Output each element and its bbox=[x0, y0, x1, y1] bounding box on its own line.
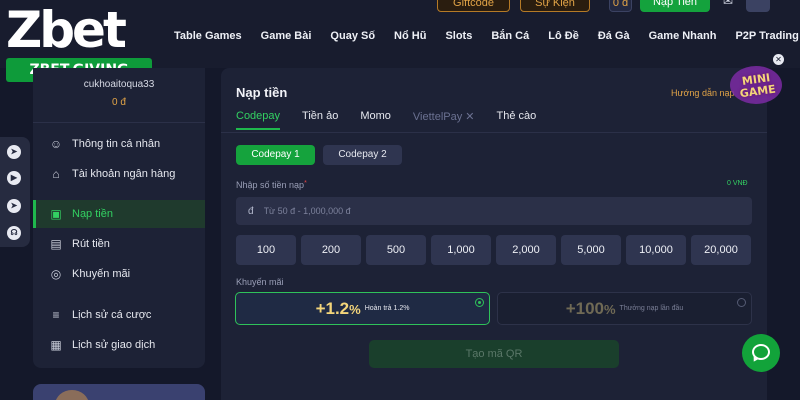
sidebar-item-label: Tài khoản ngân hàng bbox=[72, 168, 176, 180]
nav-item[interactable]: Lô Đề bbox=[548, 30, 598, 42]
payment-method-tabs: Codepay Tiền ảo Momo ViettelPay ✕ Thẻ cà… bbox=[236, 110, 558, 130]
sidebar-item-bet-history[interactable]: ≡ Lịch sử cá cược bbox=[33, 301, 205, 329]
promotion-option-cashback[interactable]: +1.2% Hoàn trả 1.2% bbox=[235, 292, 490, 325]
deposit-guide-link[interactable]: Hướng dẫn nạp bbox=[671, 88, 734, 98]
notification-icon[interactable]: ✉ bbox=[718, 0, 738, 12]
quick-amount-button[interactable]: 1,000 bbox=[431, 235, 491, 265]
sidebar-item-transaction-history[interactable]: ▦ Lịch sử giao dịch bbox=[33, 331, 205, 359]
promotion-radio[interactable] bbox=[737, 298, 746, 307]
create-qr-button[interactable]: Tạo mã QR bbox=[369, 340, 619, 368]
promotion-unit: % bbox=[603, 301, 616, 317]
sidebar-item-bank-account[interactable]: ⌂ Tài khoản ngân hàng bbox=[33, 160, 205, 188]
page-title: Nạp tiền bbox=[236, 85, 288, 100]
quick-amount-button[interactable]: 200 bbox=[301, 235, 361, 265]
tab-label: ViettelPay bbox=[412, 111, 463, 123]
telegram-channel-icon[interactable]: ➤ bbox=[7, 199, 21, 213]
logo-wordmark: Zbet bbox=[6, 1, 127, 59]
user-avatar[interactable] bbox=[746, 0, 770, 12]
promotion-value: +100% bbox=[566, 299, 616, 319]
telegram-icon[interactable]: ➤ bbox=[7, 145, 21, 159]
bet-history-icon: ≡ bbox=[52, 308, 60, 322]
promotion-description: Hoàn trả 1.2% bbox=[364, 305, 410, 312]
giftcode-button[interactable]: Giftcode bbox=[437, 0, 510, 12]
sidebar-item-promotion[interactable]: ◎ Khuyến mãi bbox=[33, 260, 205, 288]
header-deposit-button[interactable]: Nạp Tiền bbox=[640, 0, 710, 12]
bank-icon: ⌂ bbox=[52, 167, 60, 181]
required-mark: * bbox=[304, 180, 307, 187]
promo-avatar-image bbox=[55, 390, 89, 400]
currency-symbol: đ bbox=[248, 205, 254, 217]
amount-vnd-readout: 0 VNĐ bbox=[727, 180, 748, 187]
sidebar-item-label: Lịch sử giao dịch bbox=[72, 339, 156, 351]
sidebar-promo-card[interactable] bbox=[33, 384, 205, 400]
nav-item[interactable]: Nổ Hũ bbox=[394, 30, 445, 42]
tab-viettelpay[interactable]: ViettelPay ✕ bbox=[413, 110, 475, 130]
nav-item[interactable]: Đá Gà bbox=[598, 30, 649, 42]
codepay-2-button[interactable]: Codepay 2 bbox=[323, 145, 402, 165]
amount-input[interactable] bbox=[263, 206, 724, 216]
live-chat-button[interactable] bbox=[742, 334, 780, 372]
tab-crypto[interactable]: Tiền ảo bbox=[302, 110, 338, 130]
quick-amount-button[interactable]: 100 bbox=[236, 235, 296, 265]
nav-item[interactable]: Table Games bbox=[174, 30, 261, 42]
sidebar-item-profile[interactable]: ☺ Thông tin cá nhân bbox=[33, 130, 205, 158]
promotion-icon: ◎ bbox=[50, 267, 62, 281]
promotion-value-number: +100 bbox=[565, 298, 604, 318]
nav-item[interactable]: P2P Trading bbox=[735, 30, 800, 42]
tab-momo[interactable]: Momo bbox=[360, 110, 391, 130]
disabled-tool-icon: ✕ bbox=[465, 111, 475, 123]
sidebar-item-label: Rút tiền bbox=[72, 238, 110, 250]
deposit-icon: ▣ bbox=[50, 207, 62, 221]
username: cukhoaitoqua33 bbox=[83, 79, 155, 90]
nav-item[interactable]: Slots bbox=[445, 30, 491, 42]
withdraw-icon: ▤ bbox=[50, 237, 62, 251]
event-button[interactable]: Sự Kiện bbox=[520, 0, 590, 12]
tab-codepay[interactable]: Codepay bbox=[236, 110, 281, 130]
sidebar-item-label: Khuyến mãi bbox=[72, 268, 131, 280]
sidebar-item-withdraw[interactable]: ▤ Rút tiền bbox=[33, 230, 205, 258]
mini-game-widget[interactable]: MINI GAME bbox=[726, 60, 788, 108]
divider bbox=[221, 132, 767, 133]
user-icon: ☺ bbox=[49, 137, 63, 151]
amount-label: Nhập số tiền nạp* bbox=[236, 180, 307, 190]
quick-amount-button[interactable]: 500 bbox=[366, 235, 426, 265]
sidebar-item-deposit[interactable]: ▣ Nạp tiền bbox=[33, 200, 205, 228]
close-icon[interactable]: ✕ bbox=[773, 54, 784, 65]
quick-amount-button[interactable]: 20,000 bbox=[691, 235, 751, 265]
amount-label-text: Nhập số tiền nạp bbox=[236, 180, 305, 190]
promotion-radio[interactable] bbox=[475, 298, 484, 307]
amount-field[interactable]: đ bbox=[236, 197, 752, 225]
nav-item[interactable]: Game Nhanh bbox=[649, 30, 736, 42]
main-nav: Table Games Game Bài Quay Số Nổ Hũ Slots… bbox=[174, 30, 800, 42]
promotion-description: Thưởng nạp lần đầu bbox=[619, 305, 684, 312]
transaction-history-icon: ▦ bbox=[50, 338, 62, 352]
header-balance[interactable]: 0 đ bbox=[609, 0, 632, 12]
nav-item[interactable]: Game Bài bbox=[261, 30, 331, 42]
support-headset-icon[interactable]: ☊ bbox=[7, 226, 21, 240]
deposit-panel: Nạp tiền Hướng dẫn nạp Codepay Tiền ảo M… bbox=[221, 68, 767, 400]
nav-item[interactable]: Bắn Cá bbox=[491, 30, 548, 42]
promotion-option-first-deposit[interactable]: +100% Thưởng nạp lần đầu bbox=[497, 292, 752, 325]
quick-amount-button[interactable]: 5,000 bbox=[561, 235, 621, 265]
codepay-1-button[interactable]: Codepay 1 bbox=[236, 145, 315, 165]
promotion-value-number: +1.2 bbox=[315, 298, 350, 318]
youtube-icon[interactable]: ▶ bbox=[7, 171, 21, 185]
nav-item[interactable]: Quay Số bbox=[330, 30, 394, 42]
tab-card[interactable]: Thẻ cào bbox=[497, 110, 537, 130]
social-rail: ➤ ▶ ➤ ☊ bbox=[0, 137, 30, 247]
sidebar-balance: 0 đ bbox=[112, 97, 126, 108]
promotion-unit: % bbox=[349, 301, 361, 317]
divider bbox=[33, 122, 205, 123]
promotion-value: +1.2% bbox=[316, 299, 361, 319]
quick-amount-button[interactable]: 10,000 bbox=[626, 235, 686, 265]
sidebar-item-label: Thông tin cá nhân bbox=[72, 138, 161, 150]
sidebar-item-label: Nạp tiền bbox=[72, 208, 113, 220]
quick-amount-button[interactable]: 2,000 bbox=[496, 235, 556, 265]
account-sidebar: cukhoaitoqua33 0 đ ☺ Thông tin cá nhân ⌂… bbox=[33, 68, 205, 368]
promotion-label: Khuyến mãi bbox=[236, 277, 284, 287]
sidebar-item-label: Lịch sử cá cược bbox=[72, 309, 152, 321]
